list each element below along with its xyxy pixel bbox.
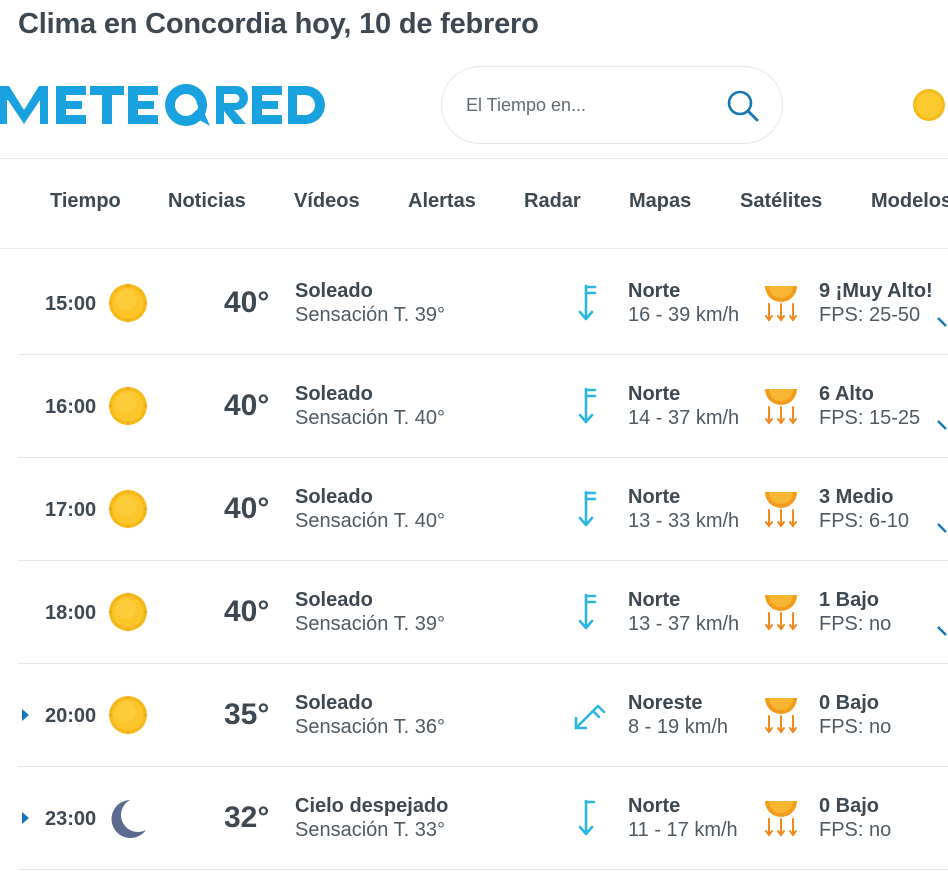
chevron-icon[interactable] bbox=[934, 310, 948, 332]
feels-like-text: Sensación T. 33° bbox=[295, 819, 445, 841]
fps-value: FPS: 25-50 bbox=[819, 304, 921, 326]
nav-item-mapas[interactable]: Mapas bbox=[629, 190, 691, 213]
sun-icon bbox=[108, 695, 148, 735]
nav-item-alertas[interactable]: Alertas bbox=[408, 190, 476, 213]
uv-index-icon bbox=[763, 591, 799, 633]
nav-item-radar[interactable]: Radar bbox=[524, 190, 581, 213]
forecast-row[interactable]: 20:00 35° Soleado Sensación T. 36° Nores… bbox=[18, 664, 948, 767]
forecast-row[interactable]: 16:00 40° Soleado Sensación T. 40° Norte… bbox=[18, 355, 948, 458]
temperature: 40° bbox=[224, 286, 270, 319]
uv-index: 3 Medio bbox=[819, 486, 894, 508]
nav-item-modelos[interactable]: Modelos bbox=[871, 190, 948, 213]
wind-north-icon bbox=[570, 282, 610, 324]
chevron-icon[interactable] bbox=[934, 516, 948, 538]
header-divider bbox=[0, 158, 948, 159]
sun-icon bbox=[108, 489, 148, 529]
feels-like-text: Sensación T. 39° bbox=[295, 613, 445, 635]
hour-label: 17:00 bbox=[45, 499, 97, 521]
nav-divider bbox=[0, 248, 948, 249]
hour-label: 20:00 bbox=[45, 705, 97, 727]
condition-text: Soleado bbox=[295, 280, 373, 302]
hour-label: 23:00 bbox=[45, 808, 97, 830]
feels-like-text: Sensación T. 39° bbox=[295, 304, 445, 326]
condition-text: Soleado bbox=[295, 692, 373, 714]
nav-item-tiempo[interactable]: Tiempo bbox=[50, 190, 121, 213]
wind-north-icon bbox=[570, 488, 610, 530]
uv-index-icon bbox=[763, 282, 799, 324]
search-input[interactable] bbox=[466, 91, 706, 119]
wind-direction: Norte bbox=[628, 383, 681, 405]
meteored-logo[interactable] bbox=[0, 80, 340, 130]
temperature: 40° bbox=[224, 492, 270, 525]
nav-item-noticias[interactable]: Noticias bbox=[168, 190, 246, 213]
fps-value: FPS: no bbox=[819, 819, 892, 841]
feels-like-text: Sensación T. 40° bbox=[295, 407, 445, 429]
feels-like-text: Sensación T. 36° bbox=[295, 716, 445, 738]
condition-text: Soleado bbox=[295, 383, 373, 405]
sun-icon bbox=[108, 283, 148, 323]
sun-icon bbox=[108, 386, 148, 426]
wind-speed: 16 - 39 km/h bbox=[628, 304, 740, 326]
condition-text: Cielo despejado bbox=[295, 795, 449, 817]
uv-index-icon bbox=[763, 694, 799, 736]
temperature: 40° bbox=[224, 595, 270, 628]
uv-index-icon bbox=[763, 797, 799, 839]
feels-like-text: Sensación T. 40° bbox=[295, 510, 445, 532]
wind-north-icon bbox=[570, 385, 610, 427]
search-box[interactable] bbox=[441, 66, 783, 144]
forecast-row[interactable]: 15:00 40° Soleado Sensación T. 39° Norte… bbox=[18, 252, 948, 355]
temperature: 40° bbox=[224, 389, 270, 422]
temperature: 32° bbox=[224, 801, 270, 834]
hourly-forecast-list: 15:00 40° Soleado Sensación T. 39° Norte… bbox=[0, 252, 948, 870]
wind-northeast-icon bbox=[574, 704, 606, 730]
expand-triangle-icon[interactable] bbox=[22, 812, 29, 824]
main-nav: Tiempo Noticias Vídeos Alertas Radar Map… bbox=[0, 160, 948, 248]
expand-triangle-icon[interactable] bbox=[22, 709, 29, 721]
wind-north-icon bbox=[570, 591, 610, 633]
fps-value: FPS: 15-25 bbox=[819, 407, 921, 429]
temperature: 35° bbox=[224, 698, 270, 731]
wind-direction: Norte bbox=[628, 486, 681, 508]
page-title: Clima en Concordia hoy, 10 de febrero bbox=[18, 8, 539, 40]
search-icon[interactable] bbox=[726, 89, 760, 123]
nav-item-videos[interactable]: Vídeos bbox=[294, 190, 360, 213]
fps-value: FPS: no bbox=[819, 716, 892, 738]
condition-text: Soleado bbox=[295, 589, 373, 611]
hour-label: 18:00 bbox=[45, 602, 97, 624]
hour-label: 15:00 bbox=[45, 293, 97, 315]
wind-direction: Norte bbox=[628, 280, 681, 302]
wind-direction: Norte bbox=[628, 589, 681, 611]
sun-icon[interactable] bbox=[912, 88, 946, 122]
wind-speed: 13 - 33 km/h bbox=[628, 510, 740, 532]
forecast-row[interactable]: 17:00 40° Soleado Sensación T. 40° Norte… bbox=[18, 458, 948, 561]
uv-index-icon bbox=[763, 385, 799, 427]
hour-label: 16:00 bbox=[45, 396, 97, 418]
wind-speed: 13 - 37 km/h bbox=[628, 613, 740, 635]
uv-index: 0 Bajo bbox=[819, 692, 880, 714]
wind-speed: 8 - 19 km/h bbox=[628, 716, 729, 738]
wind-direction: Noreste bbox=[628, 692, 703, 714]
sun-icon bbox=[108, 592, 148, 632]
chevron-icon[interactable] bbox=[934, 619, 948, 641]
uv-index: 6 Alto bbox=[819, 383, 874, 405]
wind-direction: Norte bbox=[628, 795, 681, 817]
wind-speed: 11 - 17 km/h bbox=[628, 819, 738, 841]
wind-speed: 14 - 37 km/h bbox=[628, 407, 740, 429]
forecast-row[interactable]: 18:00 40° Soleado Sensación T. 39° Norte… bbox=[18, 561, 948, 664]
uv-index-icon bbox=[763, 488, 799, 530]
wind-north-icon bbox=[578, 799, 596, 836]
fps-value: FPS: no bbox=[819, 613, 892, 635]
uv-index: 0 Bajo bbox=[819, 795, 880, 817]
chevron-icon[interactable] bbox=[934, 413, 948, 435]
moon-icon bbox=[111, 800, 146, 838]
uv-index: 9 ¡Muy Alto! bbox=[819, 280, 933, 302]
fps-value: FPS: 6-10 bbox=[819, 510, 910, 532]
uv-index: 1 Bajo bbox=[819, 589, 880, 611]
nav-item-satelites[interactable]: Satélites bbox=[740, 190, 822, 213]
condition-text: Soleado bbox=[295, 486, 373, 508]
forecast-row[interactable]: 23:00 32° Cielo despejado Sensación T. 3… bbox=[18, 767, 948, 870]
